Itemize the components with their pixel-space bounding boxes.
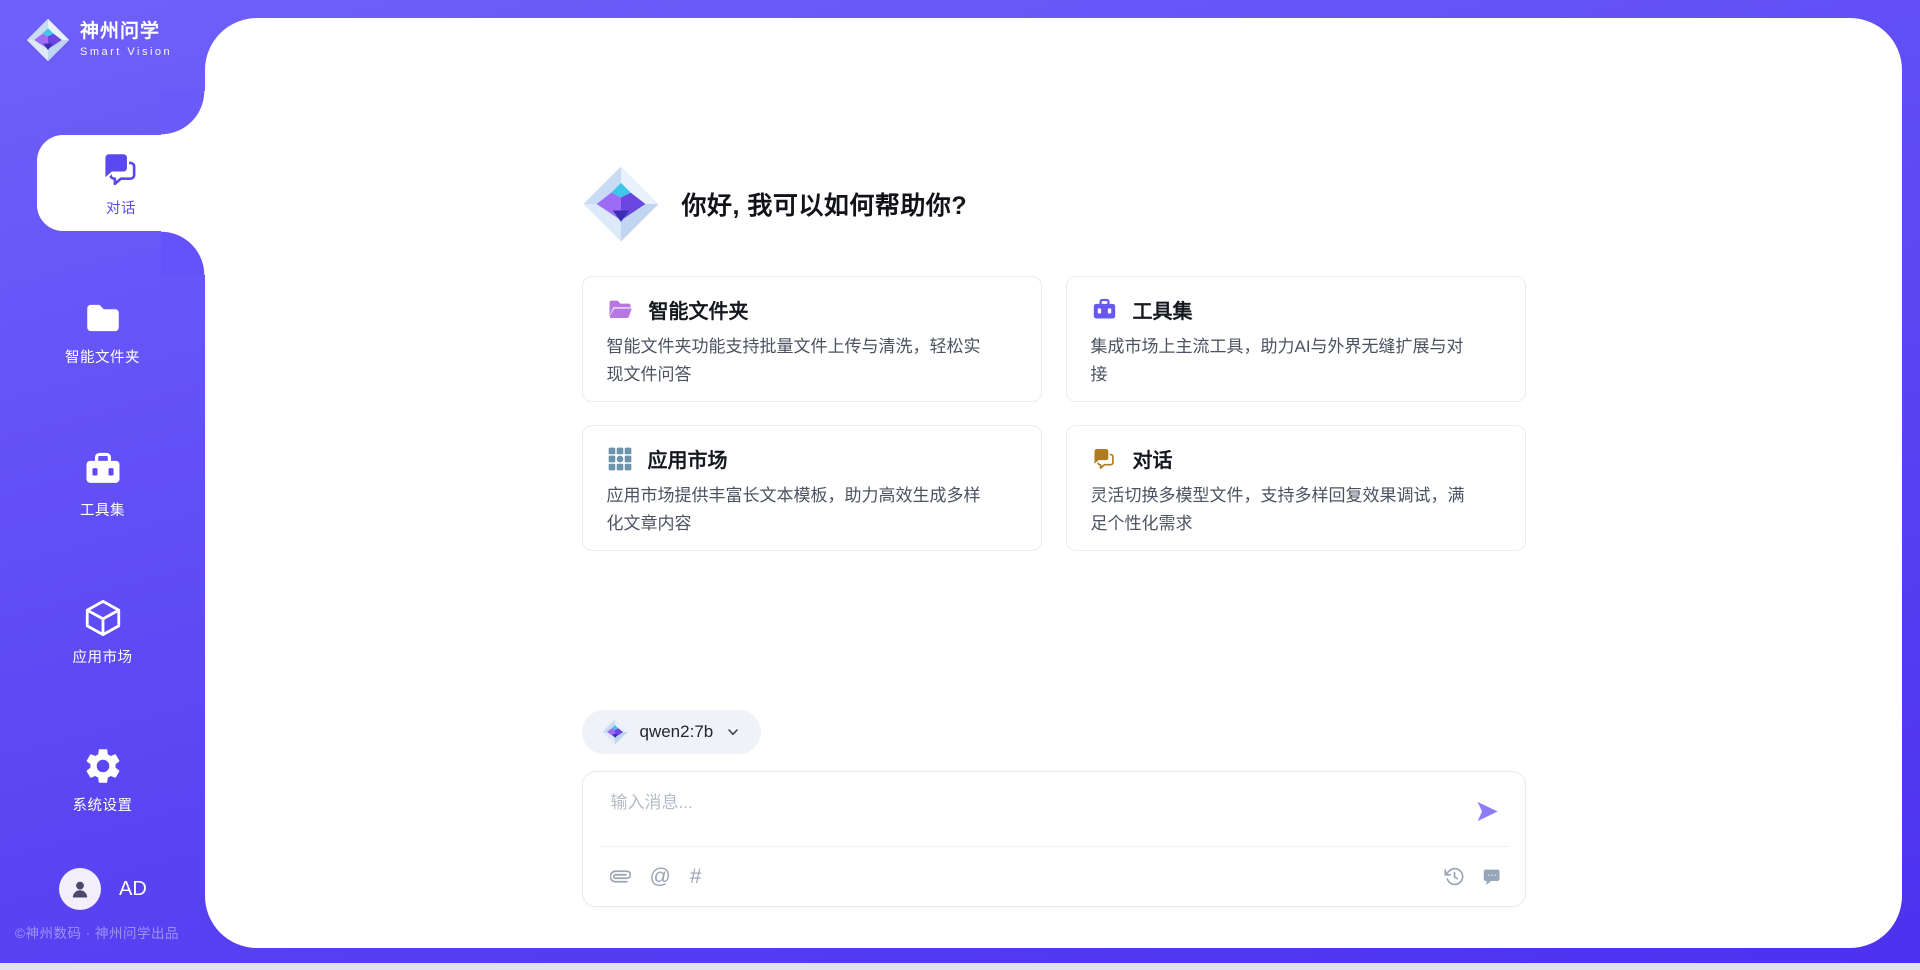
grid-icon <box>607 446 633 472</box>
gear-icon <box>82 745 124 787</box>
model-name: qwen2:7b <box>640 722 714 742</box>
toolbox-icon <box>81 448 125 492</box>
hashtag-button[interactable]: # <box>690 866 702 887</box>
card-description: 灵活切换多模型文件，支持多样回复效果调试，满足个性化需求 <box>1091 482 1479 537</box>
card-smart-folder[interactable]: 智能文件夹 智能文件夹功能支持批量文件上传与清洗，轻松实现文件问答 <box>582 276 1042 402</box>
card-title: 应用市场 <box>648 444 728 473</box>
send-icon <box>1474 798 1501 825</box>
paperclip-icon <box>610 866 631 887</box>
bottom-edge-strip <box>0 963 1920 970</box>
chevron-down-icon <box>725 724 741 740</box>
sidebar-item-label: 系统设置 <box>73 794 133 815</box>
user-name: AD <box>119 878 147 901</box>
composer-tools-left: @ # <box>610 866 702 887</box>
message-composer: @ # <box>582 771 1526 907</box>
copyright: ©神州数码 · 神州问学出品 <box>15 922 205 942</box>
main-panel: 你好, 我可以如何帮助你? 智能文件夹 智能文件夹功能支持批量文件上传与清洗，轻… <box>205 18 1902 948</box>
card-toolset[interactable]: 工具集 集成市场上主流工具，助力AI与外界无缝扩展与对接 <box>1066 276 1526 402</box>
assistant-diamond-icon <box>582 165 660 243</box>
model-selector[interactable]: qwen2:7b <box>582 710 762 754</box>
chat-bubble-icon <box>1481 866 1503 888</box>
card-title: 智能文件夹 <box>649 295 749 324</box>
cube-icon <box>82 597 124 639</box>
sidebar-item-label: 工具集 <box>80 499 125 520</box>
greeting-text: 你好, 我可以如何帮助你? <box>682 186 968 222</box>
sidebar-item-label: 对话 <box>106 197 136 218</box>
brand-subtitle: Smart Vision <box>80 46 172 59</box>
card-app-market[interactable]: 应用市场 应用市场提供丰富长文本模板，助力高效生成多样化文章内容 <box>582 425 1042 551</box>
composer-tools-right <box>1444 866 1503 888</box>
card-description: 集成市场上主流工具，助力AI与外界无缝扩展与对接 <box>1091 333 1479 388</box>
send-button[interactable] <box>1470 794 1505 832</box>
card-title: 对话 <box>1133 444 1173 473</box>
sidebar-item-settings[interactable]: 系统设置 <box>0 732 205 828</box>
chat-icon <box>1091 445 1118 472</box>
brand-name: 神州问学 <box>80 21 172 43</box>
feature-cards: 智能文件夹 智能文件夹功能支持批量文件上传与清洗，轻松实现文件问答 工具集 集成… <box>582 276 1526 551</box>
card-title: 工具集 <box>1133 295 1193 324</box>
user-profile[interactable]: AD <box>59 868 147 910</box>
mention-button[interactable]: @ <box>650 866 671 887</box>
person-icon <box>68 877 92 901</box>
folder-icon <box>82 297 124 339</box>
sidebar-item-label: 应用市场 <box>73 646 133 667</box>
sidebar-item-toolset[interactable]: 工具集 <box>0 436 205 532</box>
sidebar-item-chat[interactable]: 对话 <box>37 135 205 231</box>
sidebar-item-label: 智能文件夹 <box>65 346 140 367</box>
card-chat[interactable]: 对话 灵活切换多模型文件，支持多样回复效果调试，满足个性化需求 <box>1066 425 1526 551</box>
toolbox-icon <box>1091 296 1118 323</box>
card-description: 智能文件夹功能支持批量文件上传与清洗，轻松实现文件问答 <box>607 333 995 388</box>
model-diamond-icon <box>602 719 628 745</box>
brand-diamond-icon <box>26 18 70 62</box>
card-description: 应用市场提供丰富长文本模板，助力高效生成多样化文章内容 <box>607 482 995 537</box>
sidebar-item-app-market[interactable]: 应用市场 <box>0 584 205 680</box>
sidebar: 神州问学 Smart Vision 对话 智能文件夹 工具集 应用市场 系统设置 <box>0 0 205 970</box>
clock-history-icon <box>1444 866 1465 887</box>
brand: 神州问学 Smart Vision <box>26 18 172 62</box>
new-chat-button[interactable] <box>1481 866 1503 888</box>
avatar <box>59 868 101 910</box>
sidebar-item-smart-folder[interactable]: 智能文件夹 <box>0 284 205 380</box>
history-button[interactable] <box>1444 866 1465 887</box>
attach-file-button[interactable] <box>610 866 631 887</box>
chat-icon <box>100 148 142 190</box>
folder-open-icon <box>607 296 634 323</box>
greeting: 你好, 我可以如何帮助你? <box>582 165 1526 243</box>
message-input[interactable] <box>611 788 1470 838</box>
